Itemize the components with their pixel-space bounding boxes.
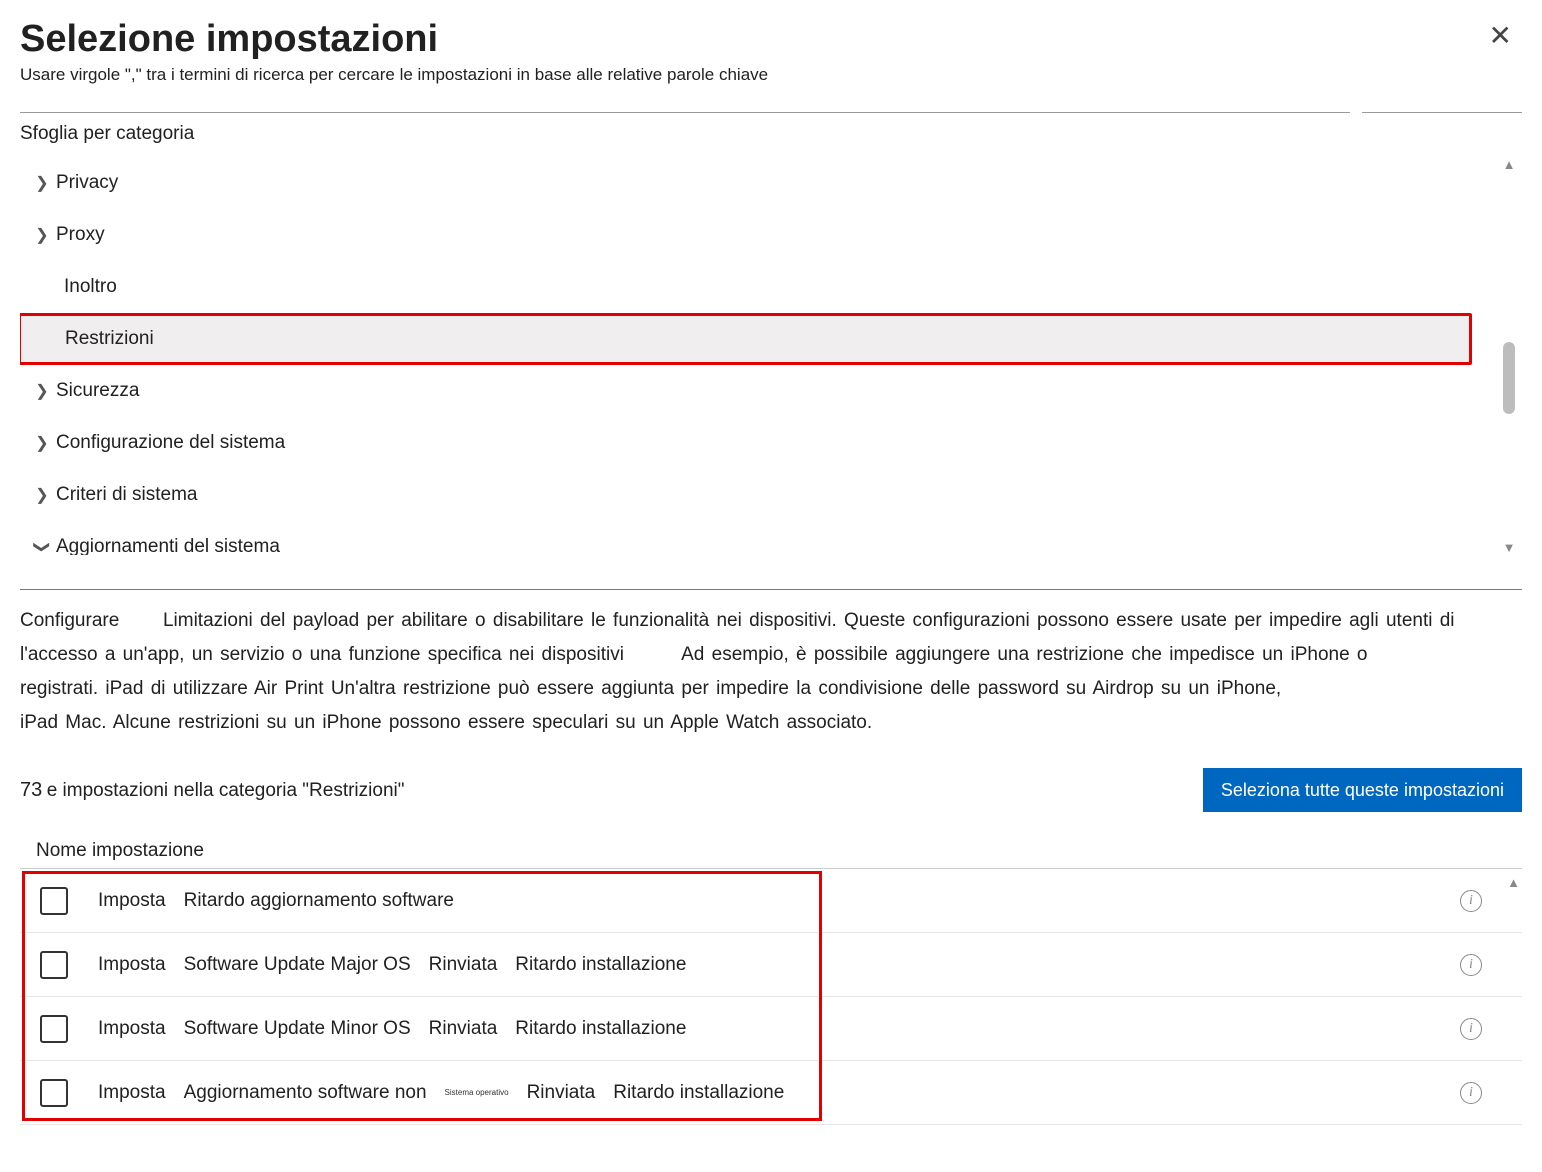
- chevron-right-icon: ❯: [28, 225, 56, 245]
- table-row[interactable]: Imposta Software Update Minor OS Rinviat…: [20, 997, 1522, 1061]
- settings-table: ▲ Imposta Ritardo aggiornamento software…: [20, 868, 1522, 1125]
- setting-name: Software Update Minor OS: [184, 1018, 411, 1040]
- chevron-right-icon: ❯: [28, 381, 56, 401]
- category-inoltro[interactable]: Inoltro: [20, 261, 1482, 313]
- table-row[interactable]: Imposta Software Update Major OS Rinviat…: [20, 933, 1522, 997]
- deferred-label: Rinviata: [527, 1082, 596, 1104]
- chevron-right-icon: ❯: [28, 485, 56, 505]
- action-label: Imposta: [98, 890, 166, 912]
- category-label: Criteri di sistema: [56, 484, 197, 506]
- desc-text: Limitazioni del payload per abilitare o …: [163, 610, 1455, 631]
- subtitle: Usare virgole "," tra i termini di ricer…: [20, 65, 1522, 85]
- chevron-down-icon: ❯: [32, 533, 52, 555]
- scroll-thumb[interactable]: [1503, 342, 1515, 414]
- divider: [20, 589, 1522, 590]
- category-label: Aggiornamenti del sistema: [56, 536, 280, 555]
- action-label: Imposta: [98, 954, 166, 976]
- category-label: Restrizioni: [65, 328, 154, 350]
- row-checkbox[interactable]: [40, 951, 68, 979]
- search-input[interactable]: [20, 93, 1350, 113]
- column-header-name: Nome impostazione: [36, 840, 1522, 862]
- category-label: Privacy: [56, 172, 118, 194]
- category-privacy[interactable]: ❯ Privacy: [20, 157, 1482, 209]
- category-sicurezza[interactable]: ❯ Sicurezza: [20, 365, 1482, 417]
- info-icon[interactable]: i: [1460, 890, 1482, 912]
- scroll-up-icon[interactable]: ▲: [1507, 875, 1520, 890]
- desc-text: Configurare: [20, 610, 119, 631]
- scroll-down-icon[interactable]: ▼: [1503, 540, 1516, 555]
- info-icon[interactable]: i: [1460, 1082, 1482, 1104]
- category-aggiornamenti-sistema[interactable]: ❯ Aggiornamenti del sistema: [20, 521, 1482, 555]
- category-description: Configurare Limitazioni del payload per …: [20, 604, 1522, 740]
- info-icon[interactable]: i: [1460, 954, 1482, 976]
- setting-name: Software Update Major OS: [184, 954, 411, 976]
- category-criteri-sistema[interactable]: ❯ Criteri di sistema: [20, 469, 1482, 521]
- install-delay-label: Ritardo installazione: [613, 1082, 784, 1104]
- settings-count-label: e impostazioni nella categoria "Restrizi…: [47, 780, 405, 801]
- deferred-label: Rinviata: [429, 954, 498, 976]
- row-checkbox[interactable]: [40, 887, 68, 915]
- desc-text: Ad esempio, è possibile aggiungere una r…: [681, 644, 1367, 665]
- deferred-label: Rinviata: [429, 1018, 498, 1040]
- tiny-os-label: Sistema operativo: [445, 1088, 509, 1097]
- desc-text: registrati. iPad di utilizzare Air Print…: [20, 678, 1281, 699]
- scroll-up-icon[interactable]: ▲: [1503, 157, 1516, 172]
- action-label: Imposta: [98, 1018, 166, 1040]
- desc-text: l'accesso a un'app, un servizio o una fu…: [20, 644, 624, 665]
- table-row[interactable]: Imposta Aggiornamento software non Siste…: [20, 1061, 1522, 1125]
- category-tree: ❯ Privacy ❯ Proxy Inoltro Restrizioni ❯ …: [20, 157, 1522, 555]
- category-label: Inoltro: [64, 276, 117, 298]
- install-delay-label: Ritardo installazione: [515, 1018, 686, 1040]
- row-checkbox[interactable]: [40, 1015, 68, 1043]
- table-row[interactable]: Imposta Ritardo aggiornamento software i: [20, 869, 1522, 933]
- tree-scrollbar[interactable]: ▲ ▼: [1498, 157, 1520, 555]
- info-icon[interactable]: i: [1460, 1018, 1482, 1040]
- settings-count: 73: [20, 779, 42, 801]
- browse-by-category-label: Sfoglia per categoria: [20, 123, 1522, 145]
- desc-text: iPad Mac. Alcune restrizioni su un iPhon…: [20, 712, 872, 733]
- category-restrizioni[interactable]: Restrizioni: [20, 313, 1472, 365]
- filter-input[interactable]: [1362, 93, 1522, 113]
- setting-name: Aggiornamento software non: [184, 1082, 427, 1104]
- setting-name: Ritardo aggiornamento software: [184, 890, 454, 912]
- select-all-button[interactable]: Seleziona tutte queste impostazioni: [1203, 768, 1522, 812]
- chevron-right-icon: ❯: [28, 173, 56, 193]
- install-delay-label: Ritardo installazione: [515, 954, 686, 976]
- page-title: Selezione impostazioni: [20, 18, 438, 61]
- category-label: Proxy: [56, 224, 105, 246]
- action-label: Imposta: [98, 1082, 166, 1104]
- chevron-right-icon: ❯: [28, 433, 56, 453]
- category-label: Sicurezza: [56, 380, 139, 402]
- close-icon[interactable]: ✕: [1479, 18, 1522, 54]
- category-config-sistema[interactable]: ❯ Configurazione del sistema: [20, 417, 1482, 469]
- category-label: Configurazione del sistema: [56, 432, 285, 454]
- category-proxy[interactable]: ❯ Proxy: [20, 209, 1482, 261]
- row-checkbox[interactable]: [40, 1079, 68, 1107]
